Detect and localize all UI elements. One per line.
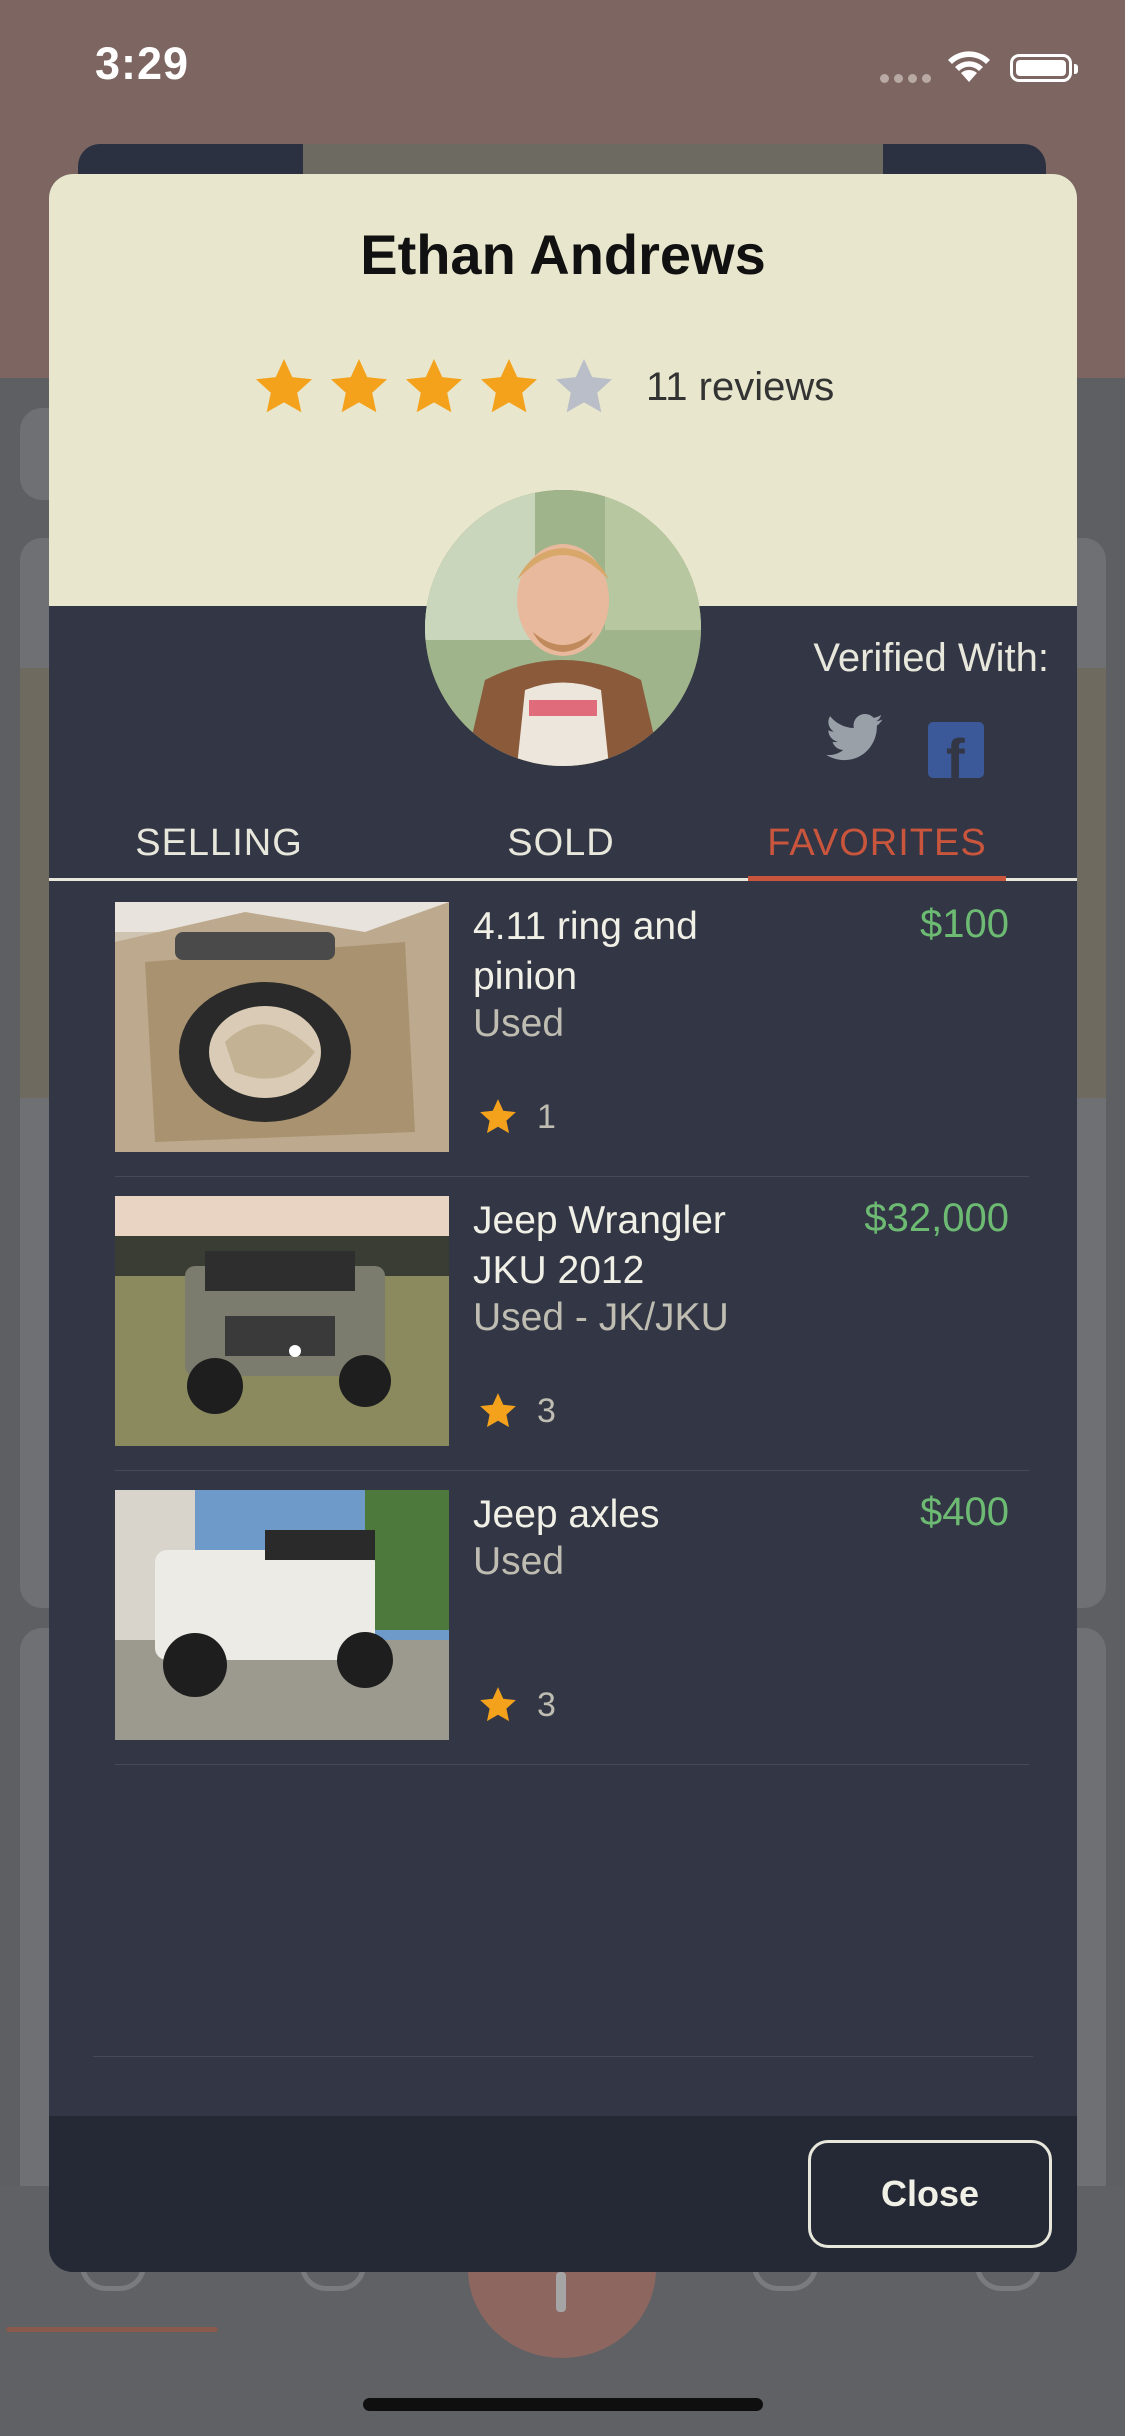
favorite-star-icon[interactable] [477, 1390, 519, 1432]
listing-price: $400 [920, 1490, 1009, 1534]
listing-price: $32,000 [864, 1196, 1009, 1240]
facebook-icon[interactable]: f [928, 722, 984, 790]
tab-favorites[interactable]: FAVORITES [748, 810, 1006, 876]
profile-tabs: SELLING SOLD FAVORITES [49, 810, 1077, 878]
listing-photo [115, 1490, 449, 1740]
favorite-count: 3 [537, 1392, 556, 1430]
listing-photo [115, 1196, 449, 1446]
rating-row: 11 reviews [251, 352, 834, 422]
listing-condition: Used [473, 1002, 565, 1045]
close-button[interactable]: Close [808, 2140, 1052, 2248]
profile-modal: Ethan Andrews 11 reviews Verified With: … [49, 174, 1077, 2272]
list-item[interactable]: Jeep axles Used $400 3 [115, 1470, 1029, 1765]
listing-title: Jeep axles [473, 1493, 660, 1536]
tab-sold[interactable]: SOLD [461, 810, 661, 876]
listing-title: Jeep Wrangler JKU 2012 [473, 1199, 726, 1292]
verified-label: Verified With: [813, 636, 1049, 680]
tab-active-indicator [748, 876, 1006, 881]
avatar [425, 490, 701, 766]
list-divider [93, 2056, 1033, 2057]
list-item[interactable]: Jeep Wrangler JKU 2012 Used - JK/JKU $32… [115, 1176, 1029, 1471]
favorite-count: 3 [537, 1686, 556, 1724]
star-icon [480, 358, 538, 413]
list-item[interactable]: 4.11 ring and pinion Used $100 1 [115, 882, 1029, 1177]
favorite-star-icon[interactable] [477, 1096, 519, 1138]
review-count[interactable]: 11 reviews [646, 365, 834, 410]
listing-price: $100 [920, 902, 1009, 946]
listing-condition: Used - JK/JKU [473, 1296, 729, 1339]
tab-selling[interactable]: SELLING [119, 810, 319, 876]
listing-photo [115, 902, 449, 1152]
listing-condition: Used [473, 1540, 565, 1583]
profile-name: Ethan Andrews [360, 223, 766, 286]
home-indicator [363, 2398, 763, 2411]
star-icon [405, 358, 463, 413]
status-time: 3:29 [95, 38, 190, 89]
favorite-count: 1 [537, 1098, 556, 1136]
cellular-signal-icon [880, 74, 931, 83]
star-icon [255, 358, 313, 413]
star-empty-icon [555, 358, 613, 413]
star-icon [330, 358, 388, 413]
twitter-icon[interactable] [825, 714, 885, 762]
background-tab-indicator [6, 2327, 218, 2332]
favorite-star-icon[interactable] [477, 1684, 519, 1726]
listing-title: 4.11 ring and pinion [473, 905, 698, 998]
wifi-icon [948, 51, 990, 82]
battery-icon [1010, 54, 1078, 82]
modal-footer: Close [49, 2116, 1077, 2272]
